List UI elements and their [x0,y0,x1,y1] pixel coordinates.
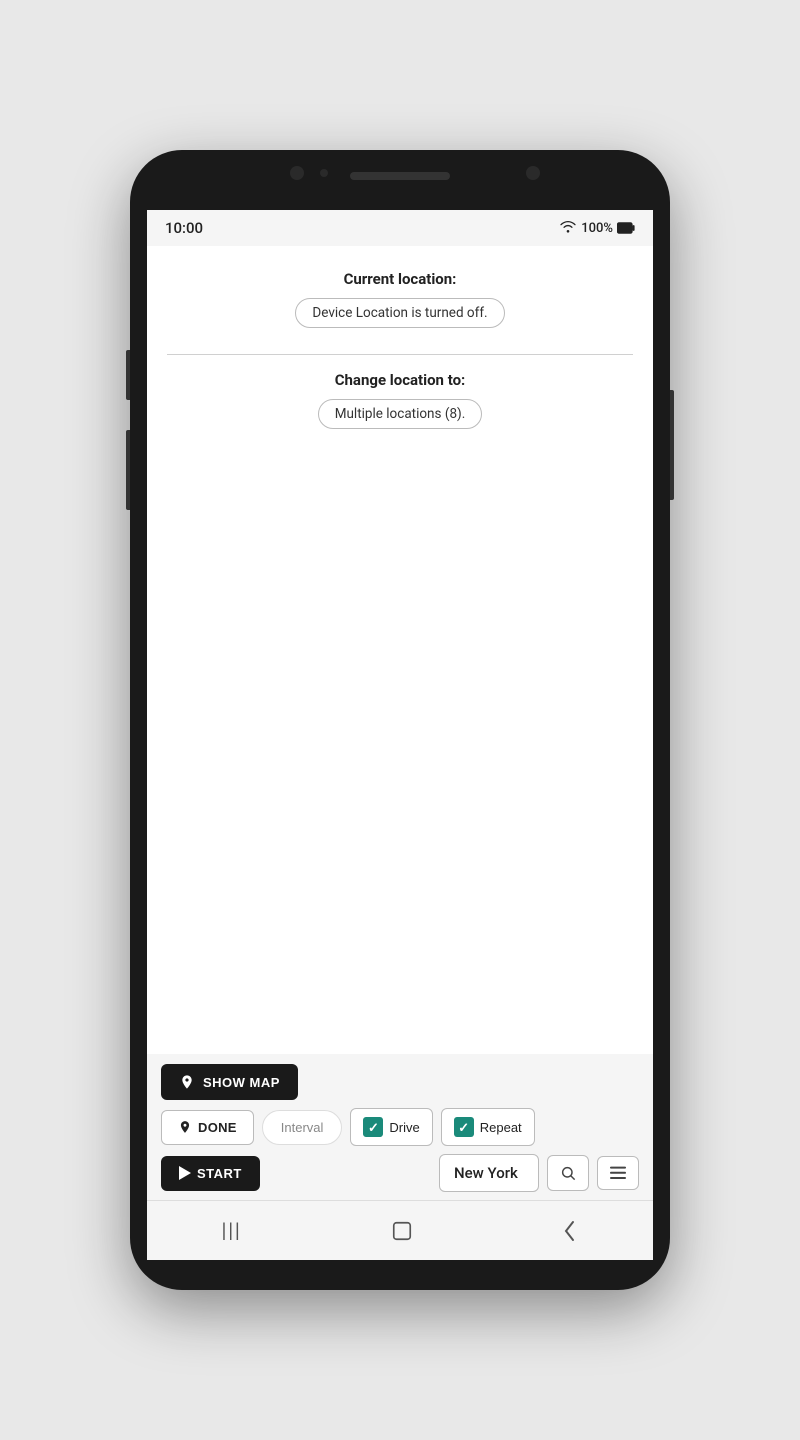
battery-icon [617,219,635,238]
play-icon [179,1166,191,1180]
phone-top-bar [130,150,670,210]
recent-apps-button[interactable]: ||| [202,1212,262,1249]
location-text-display[interactable]: New York [439,1154,539,1192]
back-button[interactable] [542,1212,598,1250]
interval-button[interactable]: Interval [262,1110,343,1145]
change-location-section: Change location to: Multiple locations (… [167,371,633,429]
back-icon [562,1220,578,1242]
current-location-label: Current location: [344,270,457,288]
menu-button[interactable] [597,1156,639,1190]
pin-icon [179,1074,195,1090]
home-button[interactable] [371,1212,433,1250]
battery-indicator: 100% [581,221,613,236]
repeat-label: Repeat [480,1120,522,1135]
section-divider [167,354,633,355]
start-label: START [197,1166,242,1181]
drive-button[interactable]: ✓ Drive [350,1108,432,1146]
pin-icon-done [178,1120,192,1134]
earpiece-speaker [350,172,450,180]
toolbar-row-controls: DONE Interval ✓ Drive ✓ [161,1108,639,1146]
toolbar-row-start: START New York [161,1154,639,1192]
search-button[interactable] [547,1155,589,1191]
power-button [670,390,674,500]
interval-label: Interval [281,1120,324,1135]
sensor-dot [320,169,328,177]
phone-shell: 10:00 100% [130,150,670,1290]
search-icon [560,1165,576,1181]
app-content: Current location: Device Location is tur… [147,246,653,1260]
phone-screen: 10:00 100% [147,210,653,1260]
repeat-button[interactable]: ✓ Repeat [441,1108,535,1146]
home-icon [391,1220,413,1242]
hamburger-icon [610,1166,626,1180]
show-map-label: SHOW MAP [203,1075,280,1090]
wifi-icon [559,219,577,237]
front-camera-left [290,166,304,180]
bottom-toolbar: SHOW MAP DONE Interval [147,1054,653,1200]
start-button[interactable]: START [161,1156,260,1191]
recent-apps-icon: ||| [222,1220,242,1241]
repeat-checkmark: ✓ [458,1121,469,1134]
navigation-bar: ||| [147,1200,653,1260]
volume-up-button [126,350,130,400]
show-map-button[interactable]: SHOW MAP [161,1064,298,1100]
change-location-value: Multiple locations (8). [318,399,483,429]
content-area: Current location: Device Location is tur… [147,246,653,1054]
status-icons: 100% [559,219,635,238]
front-camera-right [526,166,540,180]
current-location-value: Device Location is turned off. [295,298,504,328]
drive-checkbox: ✓ [363,1117,383,1137]
repeat-checkbox: ✓ [454,1117,474,1137]
volume-down-button [126,430,130,510]
drive-checkmark: ✓ [368,1121,379,1134]
status-time: 10:00 [165,219,203,237]
status-bar: 10:00 100% [147,210,653,246]
change-location-label: Change location to: [335,371,466,389]
done-label: DONE [198,1120,237,1135]
toolbar-row-showmap: SHOW MAP [161,1064,639,1100]
done-button[interactable]: DONE [161,1110,254,1145]
drive-label: Drive [389,1120,419,1135]
current-location-section: Current location: Device Location is tur… [167,270,633,328]
